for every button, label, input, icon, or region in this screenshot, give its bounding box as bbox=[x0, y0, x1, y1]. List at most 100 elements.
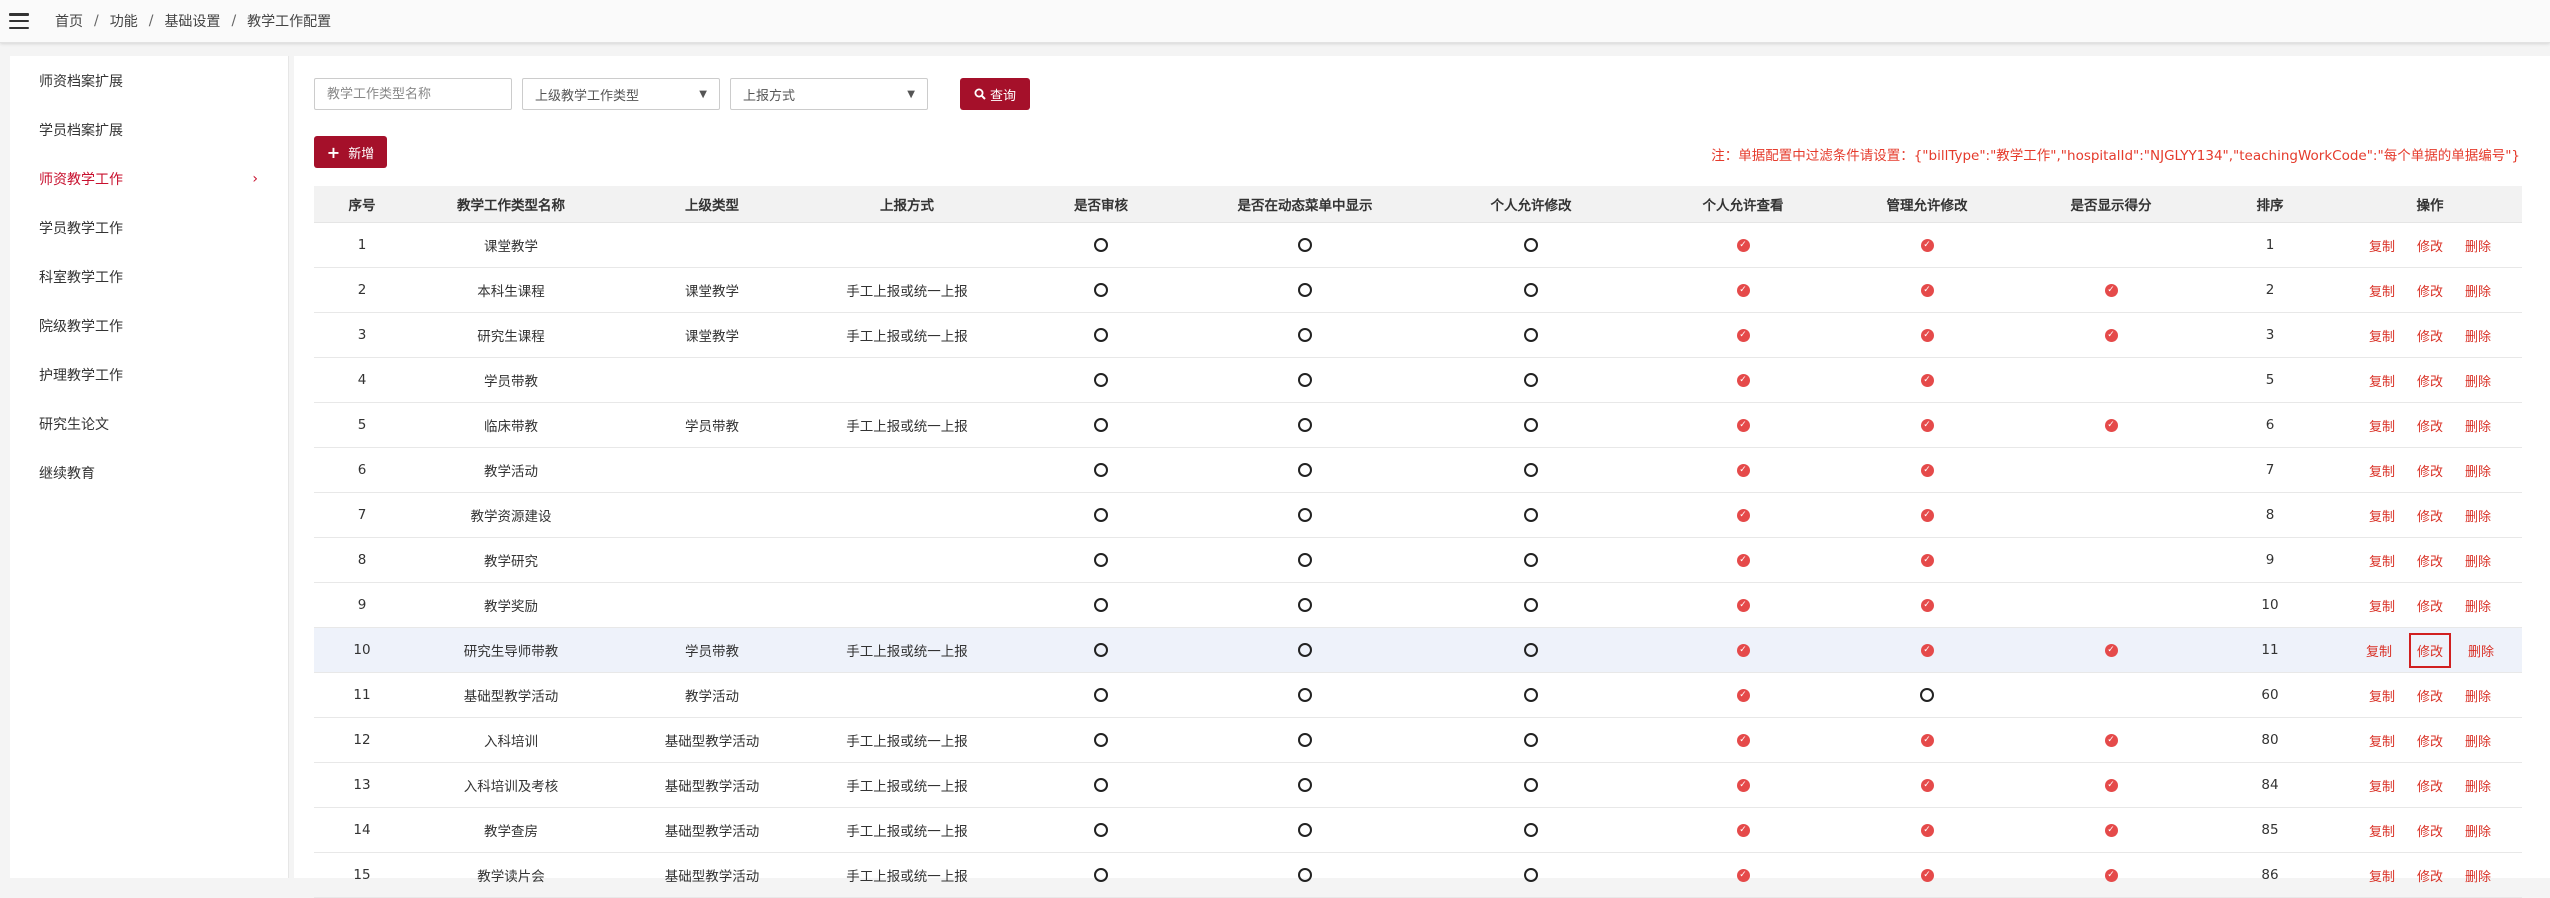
edit-link[interactable]: 修改 bbox=[2414, 862, 2446, 889]
report-method: 手工上报或统一上报 bbox=[812, 627, 1002, 673]
self-view-cell: ✓ bbox=[1652, 762, 1834, 808]
empty-circle-icon bbox=[1524, 553, 1538, 567]
copy-link[interactable]: 复制 bbox=[2366, 457, 2398, 484]
sidebar-item[interactable]: 学员档案扩展 bbox=[10, 105, 288, 154]
report-method-select[interactable]: 上报方式 ▼ bbox=[730, 78, 928, 110]
add-button[interactable]: + 新增 bbox=[314, 136, 387, 168]
delete-link[interactable]: 删除 bbox=[2462, 367, 2494, 394]
type-name: 学员带教 bbox=[410, 357, 612, 403]
delete-link[interactable]: 删除 bbox=[2465, 637, 2497, 664]
edit-link[interactable]: 修改 bbox=[2414, 502, 2446, 529]
sidebar-item[interactable]: 学员教学工作 bbox=[10, 203, 288, 252]
sidebar-item[interactable]: 继续教育 bbox=[10, 448, 288, 497]
self-edit-cell bbox=[1410, 852, 1652, 898]
delete-link[interactable]: 删除 bbox=[2462, 727, 2494, 754]
breadcrumb-home[interactable]: 首页 bbox=[55, 11, 83, 31]
parent-type: 学员带教 bbox=[612, 627, 812, 673]
query-button[interactable]: 查询 bbox=[960, 78, 1030, 110]
edit-link[interactable]: 修改 bbox=[2414, 817, 2446, 844]
check-circle-icon: ✓ bbox=[1920, 508, 1934, 522]
empty-circle-icon bbox=[1524, 508, 1538, 522]
empty-circle-icon bbox=[1298, 418, 1312, 432]
delete-link[interactable]: 删除 bbox=[2462, 457, 2494, 484]
dynamic-menu-cell bbox=[1200, 852, 1410, 898]
copy-link[interactable]: 复制 bbox=[2366, 727, 2398, 754]
dynamic-menu-cell bbox=[1200, 267, 1410, 313]
copy-link[interactable]: 复制 bbox=[2366, 817, 2398, 844]
admin-edit-cell bbox=[1834, 672, 2020, 718]
edit-link[interactable]: 修改 bbox=[2414, 232, 2446, 259]
copy-link[interactable]: 复制 bbox=[2366, 592, 2398, 619]
hamburger-menu-icon[interactable] bbox=[9, 13, 29, 29]
edit-link[interactable]: 修改 bbox=[2414, 367, 2446, 394]
audit-cell bbox=[1002, 312, 1200, 358]
copy-link[interactable]: 复制 bbox=[2366, 682, 2398, 709]
copy-link[interactable]: 复制 bbox=[2366, 367, 2398, 394]
parent-type-select[interactable]: 上级教学工作类型 ▼ bbox=[522, 78, 720, 110]
audit-cell bbox=[1002, 447, 1200, 493]
delete-link[interactable]: 删除 bbox=[2462, 502, 2494, 529]
edit-link[interactable]: 修改 bbox=[2414, 277, 2446, 304]
sidebar-item[interactable]: 师资教学工作 › bbox=[10, 154, 288, 203]
sidebar-item[interactable]: 师资档案扩展 bbox=[10, 56, 288, 105]
edit-link[interactable]: 修改 bbox=[2414, 727, 2446, 754]
empty-circle-icon bbox=[1524, 868, 1538, 882]
row-number: 1 bbox=[314, 222, 410, 268]
delete-link[interactable]: 删除 bbox=[2462, 547, 2494, 574]
self-edit-cell bbox=[1410, 357, 1652, 403]
delete-link[interactable]: 删除 bbox=[2462, 817, 2494, 844]
table-row: 13 入科培训及考核 基础型教学活动 手工上报或统一上报 ✓ ✓ ✓ 84 复制 修改 删除 bbox=[314, 762, 2522, 808]
breadcrumb: 首页 / 功能 / 基础设置 / 教学工作配置 bbox=[55, 11, 331, 31]
edit-link[interactable]: 修改 bbox=[2414, 322, 2446, 349]
breadcrumb-basic-settings[interactable]: 基础设置 bbox=[164, 11, 220, 31]
audit-cell bbox=[1002, 852, 1200, 898]
edit-link[interactable]: 修改 bbox=[2414, 772, 2446, 799]
type-name: 教学活动 bbox=[410, 447, 612, 493]
delete-link[interactable]: 删除 bbox=[2462, 277, 2494, 304]
copy-link[interactable]: 复制 bbox=[2366, 322, 2398, 349]
copy-link[interactable]: 复制 bbox=[2366, 502, 2398, 529]
parent-type bbox=[612, 222, 812, 268]
empty-circle-icon bbox=[1298, 283, 1312, 297]
edit-link[interactable]: 修改 bbox=[2414, 412, 2446, 439]
delete-link[interactable]: 删除 bbox=[2462, 412, 2494, 439]
check-circle-icon: ✓ bbox=[1920, 418, 1934, 432]
empty-circle-icon bbox=[1298, 463, 1312, 477]
sort-order: 6 bbox=[2202, 402, 2338, 448]
sidebar-item[interactable]: 院级教学工作 bbox=[10, 301, 288, 350]
sidebar-item[interactable]: 护理教学工作 bbox=[10, 350, 288, 399]
copy-link[interactable]: 复制 bbox=[2366, 772, 2398, 799]
copy-link[interactable]: 复制 bbox=[2366, 547, 2398, 574]
delete-link[interactable]: 删除 bbox=[2462, 862, 2494, 889]
check-circle-icon: ✓ bbox=[2104, 823, 2118, 837]
check-circle-icon: ✓ bbox=[1920, 823, 1934, 837]
report-method: 手工上报或统一上报 bbox=[812, 762, 1002, 808]
parent-type: 课堂教学 bbox=[612, 267, 812, 313]
edit-link[interactable]: 修改 bbox=[2414, 682, 2446, 709]
edit-link[interactable]: 修改 bbox=[2414, 547, 2446, 574]
delete-link[interactable]: 删除 bbox=[2462, 682, 2494, 709]
parent-type bbox=[612, 357, 812, 403]
edit-link[interactable]: 修改 bbox=[2414, 592, 2446, 619]
edit-link[interactable]: 修改 bbox=[2408, 632, 2452, 668]
breadcrumb-function[interactable]: 功能 bbox=[110, 11, 138, 31]
empty-circle-icon bbox=[1094, 328, 1108, 342]
admin-edit-cell: ✓ bbox=[1834, 807, 2020, 853]
sort-order: 7 bbox=[2202, 447, 2338, 493]
copy-link[interactable]: 复制 bbox=[2366, 862, 2398, 889]
sidebar-item[interactable]: 科室教学工作 bbox=[10, 252, 288, 301]
type-name-search-input[interactable] bbox=[314, 78, 512, 110]
copy-link[interactable]: 复制 bbox=[2366, 412, 2398, 439]
delete-link[interactable]: 删除 bbox=[2462, 772, 2494, 799]
copy-link[interactable]: 复制 bbox=[2363, 637, 2395, 664]
edit-link[interactable]: 修改 bbox=[2414, 457, 2446, 484]
delete-link[interactable]: 删除 bbox=[2462, 322, 2494, 349]
copy-link[interactable]: 复制 bbox=[2366, 232, 2398, 259]
sidebar-item[interactable]: 研究生论文 bbox=[10, 399, 288, 448]
copy-link[interactable]: 复制 bbox=[2366, 277, 2398, 304]
delete-link[interactable]: 删除 bbox=[2462, 232, 2494, 259]
self-edit-cell bbox=[1410, 717, 1652, 763]
delete-link[interactable]: 删除 bbox=[2462, 592, 2494, 619]
check-circle-icon: ✓ bbox=[1920, 238, 1934, 252]
actions-cell: 复制 修改 删除 bbox=[2338, 492, 2522, 538]
